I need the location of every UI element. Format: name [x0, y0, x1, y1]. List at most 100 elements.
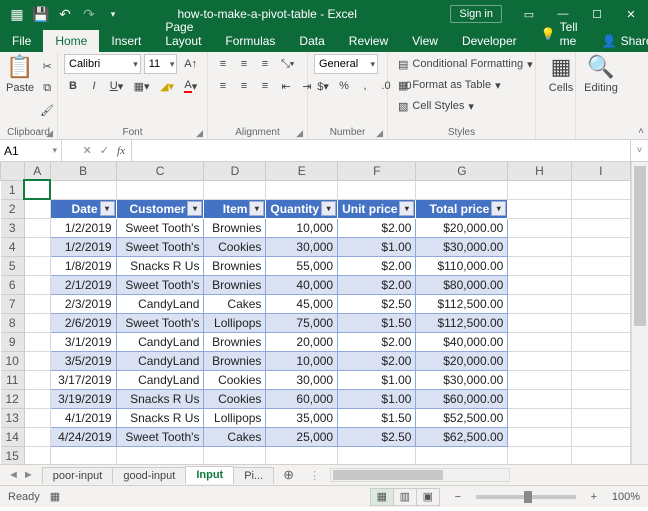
- cell[interactable]: [50, 446, 116, 464]
- col-header-D[interactable]: D: [204, 162, 266, 180]
- table-cell[interactable]: 25,000: [266, 427, 338, 446]
- font-size-select[interactable]: 11: [144, 54, 178, 74]
- align-center-button[interactable]: ≡: [235, 76, 253, 96]
- accounting-button[interactable]: $▾: [314, 76, 332, 96]
- table-cell[interactable]: $110,000.00: [416, 256, 508, 275]
- align-middle-button[interactable]: ≡: [235, 54, 253, 74]
- table-cell[interactable]: $2.00: [338, 332, 416, 351]
- table-cell[interactable]: 1/2/2019: [50, 218, 116, 237]
- table-cell[interactable]: $62,500.00: [416, 427, 508, 446]
- sheet-nav-prev-icon[interactable]: ◄: [8, 469, 19, 481]
- table-cell[interactable]: $2.00: [338, 275, 416, 294]
- table-cell[interactable]: 2/6/2019: [50, 313, 116, 332]
- copy-button[interactable]: ⧉: [36, 78, 58, 98]
- align-bottom-button[interactable]: ≡: [256, 54, 274, 74]
- tab-tellme[interactable]: 💡Tell me: [529, 16, 590, 52]
- filter-icon[interactable]: ▾: [187, 201, 202, 216]
- conditional-formatting-button[interactable]: ▤Conditional Formatting▾: [394, 54, 529, 74]
- col-header-A[interactable]: A: [24, 162, 50, 180]
- table-cell[interactable]: $30,000.00: [416, 370, 508, 389]
- col-header-E[interactable]: E: [266, 162, 338, 180]
- table-cell[interactable]: $20,000.00: [416, 351, 508, 370]
- border-button[interactable]: ▦▾: [130, 76, 153, 96]
- fill-color-button[interactable]: ◢▾: [156, 76, 177, 96]
- table-cell[interactable]: 40,000: [266, 275, 338, 294]
- col-header-B[interactable]: B: [50, 162, 116, 180]
- cell[interactable]: [204, 446, 266, 464]
- cell[interactable]: [24, 446, 50, 464]
- paste-button[interactable]: 📋Paste: [6, 54, 34, 94]
- cell[interactable]: [416, 180, 508, 199]
- table-cell[interactable]: 30,000: [266, 237, 338, 256]
- col-header-I[interactable]: I: [571, 162, 630, 180]
- horizontal-scrollbar[interactable]: [330, 468, 510, 482]
- zoom-level[interactable]: 100%: [612, 491, 640, 503]
- sheet-tab-poor-input[interactable]: poor-input: [42, 467, 114, 484]
- table-header[interactable]: Customer▾: [116, 199, 204, 218]
- align-launcher-icon[interactable]: ◢: [296, 128, 303, 139]
- expand-formula-bar-icon[interactable]: ˅: [630, 140, 648, 161]
- number-format-select[interactable]: General: [314, 54, 378, 74]
- row-header-3[interactable]: 3: [1, 218, 25, 237]
- table-cell[interactable]: $2.00: [338, 218, 416, 237]
- table-cell[interactable]: 3/5/2019: [50, 351, 116, 370]
- tab-insert[interactable]: Insert: [99, 30, 153, 52]
- table-cell[interactable]: Sweet Tooth's: [116, 313, 204, 332]
- table-cell[interactable]: $60,000.00: [416, 389, 508, 408]
- table-cell[interactable]: 3/17/2019: [50, 370, 116, 389]
- cell[interactable]: [24, 180, 50, 199]
- table-cell[interactable]: 20,000: [266, 332, 338, 351]
- table-cell[interactable]: Brownies: [204, 332, 266, 351]
- enter-formula-icon[interactable]: ✓: [100, 144, 109, 157]
- format-as-table-button[interactable]: ▦Format as Table▾: [394, 75, 529, 95]
- font-color-button[interactable]: A▾: [181, 76, 201, 96]
- table-cell[interactable]: CandyLand: [116, 332, 204, 351]
- table-cell[interactable]: $1.00: [338, 370, 416, 389]
- grow-font-button[interactable]: A↑: [180, 54, 201, 74]
- align-right-button[interactable]: ≡: [256, 76, 274, 96]
- new-sheet-button[interactable]: ⊕: [273, 465, 304, 485]
- tab-file[interactable]: File: [0, 30, 43, 52]
- collapse-ribbon-icon[interactable]: ˄: [638, 126, 644, 137]
- cell[interactable]: [338, 446, 416, 464]
- row-header-4[interactable]: 4: [1, 237, 25, 256]
- table-cell[interactable]: Cookies: [204, 389, 266, 408]
- tab-developer[interactable]: Developer: [450, 30, 529, 52]
- row-header-15[interactable]: 15: [1, 446, 25, 464]
- cut-button[interactable]: ✂: [36, 56, 58, 76]
- table-cell[interactable]: 60,000: [266, 389, 338, 408]
- tab-home[interactable]: Home: [43, 30, 99, 52]
- table-cell[interactable]: 10,000: [266, 351, 338, 370]
- table-cell[interactable]: 4/24/2019: [50, 427, 116, 446]
- number-launcher-icon[interactable]: ◢: [376, 128, 383, 139]
- table-cell[interactable]: Brownies: [204, 275, 266, 294]
- redo-icon[interactable]: ↷: [78, 3, 100, 25]
- cell[interactable]: [204, 180, 266, 199]
- col-header-G[interactable]: G: [416, 162, 508, 180]
- row-header-14[interactable]: 14: [1, 427, 25, 446]
- select-all-button[interactable]: [1, 162, 25, 180]
- format-painter-button[interactable]: 🖌: [36, 100, 58, 120]
- formula-input[interactable]: [132, 140, 630, 161]
- cell[interactable]: [50, 180, 116, 199]
- clipboard-launcher-icon[interactable]: ◢: [46, 128, 53, 139]
- cell[interactable]: [571, 180, 630, 199]
- table-cell[interactable]: $2.50: [338, 427, 416, 446]
- zoom-slider[interactable]: [476, 495, 576, 499]
- sheet-tab-pi[interactable]: Pi...: [233, 467, 274, 484]
- table-cell[interactable]: Snacks R Us: [116, 408, 204, 427]
- tab-page-layout[interactable]: Page Layout: [153, 16, 213, 52]
- table-cell[interactable]: $112,500.00: [416, 294, 508, 313]
- font-name-select[interactable]: Calibri: [64, 54, 141, 74]
- filter-icon[interactable]: ▾: [399, 201, 414, 216]
- table-cell[interactable]: Brownies: [204, 256, 266, 275]
- table-cell[interactable]: $52,500.00: [416, 408, 508, 427]
- table-cell[interactable]: $1.00: [338, 237, 416, 256]
- table-cell[interactable]: CandyLand: [116, 294, 204, 313]
- table-cell[interactable]: Cakes: [204, 427, 266, 446]
- table-cell[interactable]: 1/2/2019: [50, 237, 116, 256]
- zoom-in-button[interactable]: +: [586, 491, 602, 503]
- tab-view[interactable]: View: [400, 30, 450, 52]
- editing-button[interactable]: 🔍Editing: [582, 54, 620, 94]
- table-cell[interactable]: CandyLand: [116, 370, 204, 389]
